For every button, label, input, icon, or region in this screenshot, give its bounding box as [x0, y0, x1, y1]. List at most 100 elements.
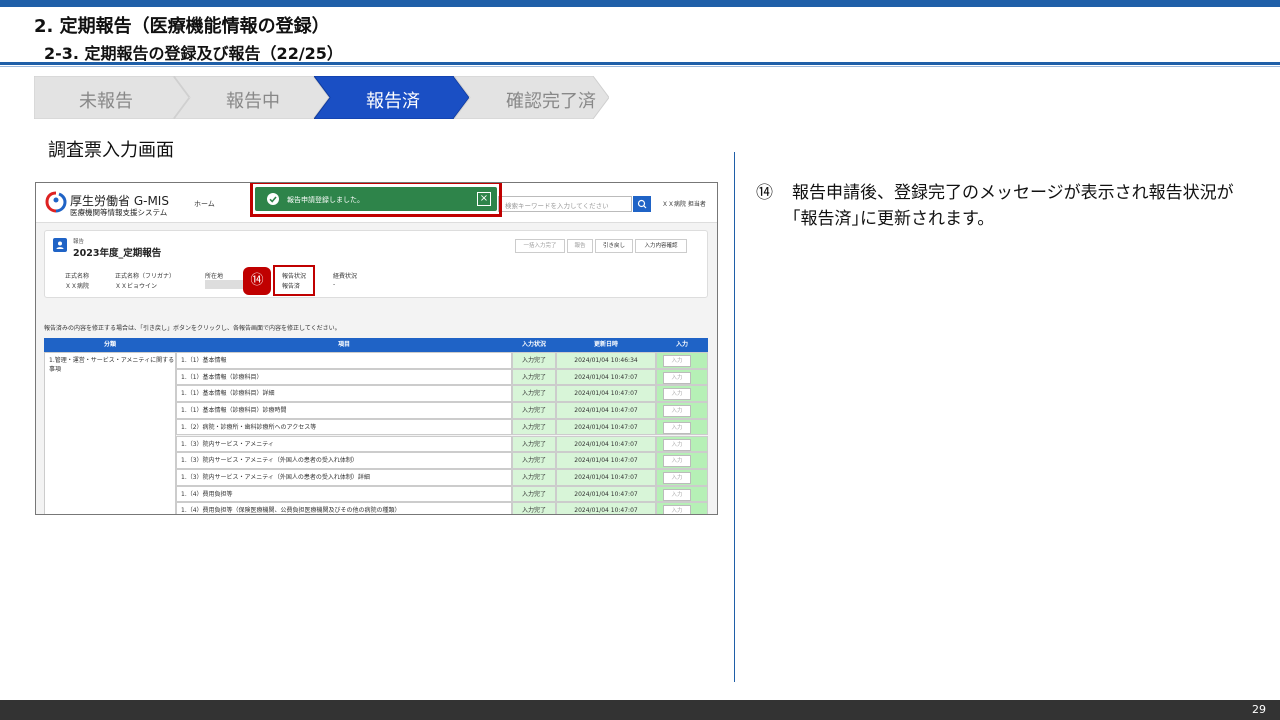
- row-item[interactable]: 1.（3）院内サービス・アメニティ（外国人の患者の受入れ体制）: [176, 452, 512, 469]
- search-icon: [637, 199, 647, 209]
- annotation-badge: ⑭: [243, 267, 271, 295]
- row-input-cell: 入力: [656, 452, 708, 469]
- row-updated: 2024/01/04 10:47:07: [556, 502, 656, 514]
- row-status: 入力完了: [512, 385, 556, 403]
- row-updated: 2024/01/04 10:47:07: [556, 468, 656, 486]
- row-status: 入力完了: [512, 435, 556, 453]
- search-input[interactable]: 検索キーワードを入力してください: [498, 196, 632, 212]
- row-status: 入力完了: [512, 452, 556, 469]
- row-updated: 2024/01/04 10:47:07: [556, 368, 656, 386]
- category-text: 1.管理・運営・サービス・アメニティに関する事項: [49, 357, 175, 373]
- row-updated: 2024/01/04 10:47:07: [556, 402, 656, 419]
- step-label: 確認完了済: [506, 91, 596, 112]
- pull-back-button[interactable]: 引き戻し: [595, 239, 633, 253]
- row-updated: 2024/01/04 10:47:07: [556, 385, 656, 403]
- row-item[interactable]: 1.（1）基本情報: [176, 352, 512, 369]
- table-header-category: 分類: [44, 338, 176, 352]
- card-kicker: 報告: [73, 239, 85, 245]
- row-input-cell: 入力: [656, 468, 708, 486]
- row-input-cell: 入力: [656, 368, 708, 386]
- row-input-cell: 入力: [656, 435, 708, 453]
- field-value-name: ＸＸ病院: [65, 283, 90, 290]
- row-input-button[interactable]: 入力: [663, 388, 691, 401]
- field-value-kana: ＸＸビョウイン: [115, 283, 158, 290]
- page-number: 29: [1252, 703, 1266, 716]
- row-input-button[interactable]: 入力: [663, 371, 691, 384]
- row-item[interactable]: 1.（3）院内サービス・アメニティ（外国人の患者の受入れ体制）詳細: [176, 468, 512, 486]
- row-input-cell: 入力: [656, 385, 708, 403]
- row-item[interactable]: 1.（1）基本情報（診療科目）詳細: [176, 385, 512, 403]
- row-item[interactable]: 1.（3）院内サービス・アメニティ: [176, 435, 512, 453]
- status-highlight-frame: [273, 265, 315, 296]
- row-input-button[interactable]: 入力: [663, 355, 691, 367]
- slide-title: 2. 定期報告（医療機能情報の登録）: [34, 16, 330, 37]
- row-updated: 2024/01/04 10:47:07: [556, 452, 656, 469]
- report-card: 報告 2023年度_定期報告 一括入力完了 報告 引き戻し 入力内容確認 正式名…: [44, 230, 708, 298]
- row-item[interactable]: 1.（1）基本情報（診療科目）診療時間: [176, 402, 512, 419]
- step-label: 未報告: [79, 91, 133, 112]
- vertical-divider: [734, 152, 735, 682]
- app-screenshot: 厚生労働省 G-MIS 医療機関等情報支援システム ホーム 検索キーワードを入力…: [35, 182, 718, 515]
- row-updated: 2024/01/04 10:47:07: [556, 418, 656, 436]
- row-input-button[interactable]: 入力: [663, 421, 691, 434]
- row-item[interactable]: 1.（4）費用負担等（保険医療機関、公費負担医療機関及びその他の病院の種類）: [176, 502, 512, 514]
- row-updated: 2024/01/04 10:47:07: [556, 435, 656, 453]
- row-input-cell: 入力: [656, 402, 708, 419]
- gmis-logo-icon: [45, 191, 67, 213]
- row-input-button[interactable]: 入力: [663, 455, 691, 468]
- row-input-cell: 入力: [656, 352, 708, 369]
- title-rule-thin: [0, 66, 1280, 67]
- confirm-input-button[interactable]: 入力内容確認: [635, 239, 687, 253]
- row-status: 入力完了: [512, 418, 556, 436]
- row-input-cell: 入力: [656, 502, 708, 514]
- user-name[interactable]: ＸＸ病院 担当者: [662, 199, 706, 208]
- row-status: 入力完了: [512, 368, 556, 386]
- table-row: 1.（1）基本情報（診療科目） 入力完了 2024/01/04 10:47:07 入力: [176, 368, 708, 386]
- search-button[interactable]: [633, 196, 651, 212]
- table-row: 1.（3）院内サービス・アメニティ（外国人の患者の受入れ体制） 入力完了 2024/…: [176, 452, 708, 469]
- row-status: 入力完了: [512, 352, 556, 369]
- report-icon: [53, 238, 67, 252]
- address-redacted: [205, 280, 243, 289]
- row-input-button[interactable]: 入力: [663, 505, 691, 514]
- step-3: 報告済: [314, 76, 469, 119]
- row-input-cell: 入力: [656, 418, 708, 436]
- table-row: 1.（3）院内サービス・アメニティ（外国人の患者の受入れ体制）詳細 入力完了 202…: [176, 468, 708, 486]
- footer-bar: 29: [0, 700, 1280, 720]
- table-row: 1.（4）費用負担等 入力完了 2024/01/04 10:47:07 入力: [176, 485, 708, 503]
- description-number: ⑭: [756, 183, 773, 203]
- field-label-kana: 正式名称（フリガナ）: [115, 273, 176, 280]
- row-input-cell: 入力: [656, 485, 708, 503]
- step-4: 確認完了済: [454, 76, 609, 119]
- top-accent-bar: [0, 0, 1280, 7]
- field-label-address: 所在地: [205, 273, 224, 280]
- section-label: 調査票入力画面: [48, 140, 174, 161]
- row-item[interactable]: 1.（2）病院・診療所・歯科診療所へのアクセス等: [176, 418, 512, 436]
- row-input-button[interactable]: 入力: [663, 438, 691, 451]
- row-item[interactable]: 1.（1）基本情報（診療科目）: [176, 368, 512, 386]
- row-input-button[interactable]: 入力: [663, 488, 691, 501]
- row-status: 入力完了: [512, 502, 556, 514]
- row-status: 入力完了: [512, 485, 556, 503]
- row-item[interactable]: 1.（4）費用負担等: [176, 485, 512, 503]
- field-value-expense: -: [333, 281, 336, 288]
- bulk-complete-button[interactable]: 一括入力完了: [515, 239, 565, 253]
- row-input-button[interactable]: 入力: [663, 405, 691, 418]
- step-2: 報告中: [174, 76, 329, 119]
- table-row: 1.（1）基本情報（診療科目）詳細 入力完了 2024/01/04 10:47:07…: [176, 385, 708, 403]
- table-header-item: 項目: [176, 338, 512, 352]
- app-logo-subtitle: 医療機関等情報支援システム: [70, 208, 168, 217]
- title-rule: [0, 62, 1280, 65]
- row-input-button[interactable]: 入力: [663, 471, 691, 484]
- table-row: 1.（4）費用負担等（保険医療機関、公費負担医療機関及びその他の病院の種類） 入力…: [176, 502, 708, 514]
- nav-home-link[interactable]: ホーム: [194, 199, 215, 209]
- table-header-updated: 更新日時: [556, 338, 656, 352]
- step-1: 未報告: [34, 76, 189, 119]
- table-header-status: 入力状況: [512, 338, 556, 352]
- report-button[interactable]: 報告: [567, 239, 593, 253]
- row-status: 入力完了: [512, 468, 556, 486]
- edit-note: 報告済みの内容を修正する場合は、「引き戻し」ボタンをクリックし、各報告画面で内容…: [44, 325, 341, 332]
- row-updated: 2024/01/04 10:46:34: [556, 352, 656, 369]
- card-title: 2023年度_定期報告: [73, 248, 162, 259]
- row-updated: 2024/01/04 10:47:07: [556, 485, 656, 503]
